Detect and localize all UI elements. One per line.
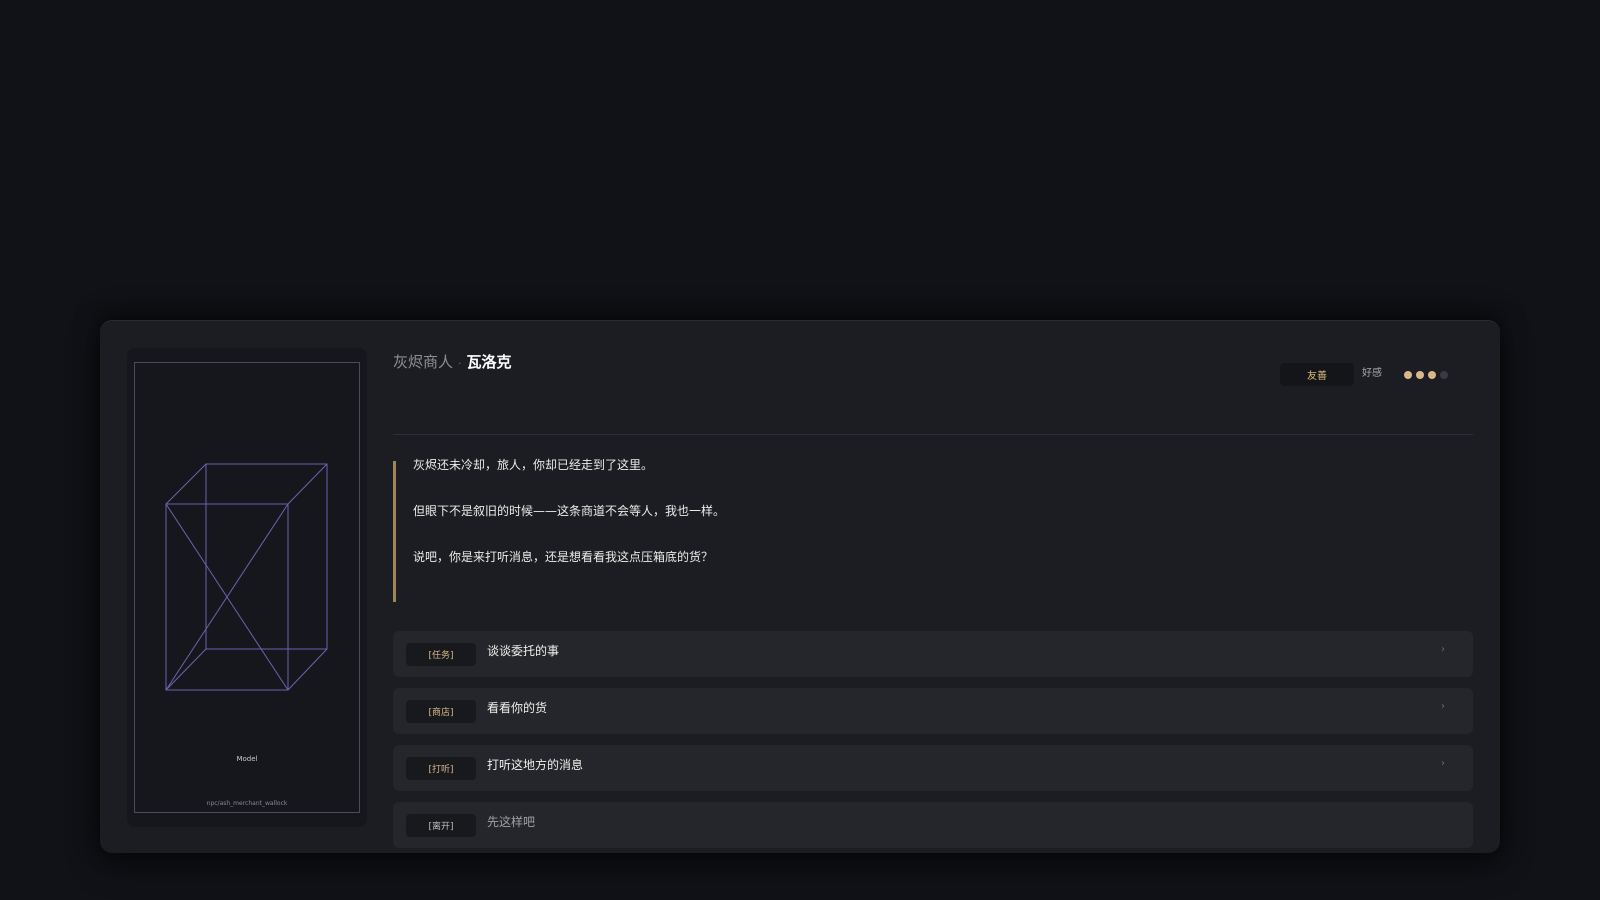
affinity-dot bbox=[1440, 371, 1448, 379]
option-quest[interactable]: [任务] 谈谈委托的事 › bbox=[393, 631, 1473, 677]
title-separator: · bbox=[458, 357, 462, 370]
dialog-options: [任务] 谈谈委托的事 › [商店] 看看你的货 › [打听] 打听这地方的消息… bbox=[393, 631, 1473, 859]
model-path: npc/ash_merchant_wallock bbox=[206, 800, 288, 807]
option-shop[interactable]: [商店] 看看你的货 › bbox=[393, 688, 1473, 734]
header-divider bbox=[393, 434, 1473, 435]
npc-name: 瓦洛克 bbox=[466, 353, 512, 371]
npc-header: 灰烬商人 · 瓦洛克 友善 好感 bbox=[393, 349, 1473, 409]
speech-line: 灰烬还未冷却，旅人，你却已经走到了这里。 bbox=[413, 458, 654, 472]
option-label: 看看你的货 bbox=[487, 701, 548, 715]
chevron-right-icon: › bbox=[1441, 644, 1445, 655]
speech-line: 但眼下不是叙旧的时候——这条商道不会等人，我也一样。 bbox=[413, 504, 726, 518]
chevron-right-icon: › bbox=[1441, 701, 1445, 712]
npc-model-frame: Model npc/ash_merchant_wallock bbox=[134, 362, 360, 813]
chevron-right-icon: › bbox=[1441, 758, 1445, 769]
npc-dialog-window: Model npc/ash_merchant_wallock 灰烬商人 · 瓦洛克 … bbox=[100, 320, 1500, 853]
option-tag: [商店] bbox=[406, 700, 476, 723]
dialog-content: 灰烬商人 · 瓦洛克 友善 好感 灰烬还未冷却，旅人，你却已经走到了这里。 但眼下不… bbox=[393, 349, 1473, 848]
model-label: Model bbox=[236, 755, 258, 763]
option-label: 先这样吧 bbox=[487, 815, 536, 829]
model-placeholder-wireframe-icon bbox=[165, 463, 328, 691]
npc-title: 灰烬商人 · 瓦洛克 bbox=[393, 351, 512, 372]
relation-badge: 友善 bbox=[1280, 363, 1354, 386]
option-tag: [打听] bbox=[406, 757, 476, 780]
npc-portrait-panel: Model npc/ash_merchant_wallock bbox=[127, 348, 367, 827]
option-leave[interactable]: [离开] 先这样吧 bbox=[393, 802, 1473, 848]
affinity-dot bbox=[1428, 371, 1436, 379]
npc-speech-block: 灰烬还未冷却，旅人，你却已经走到了这里。 但眼下不是叙旧的时候——这条商道不会等… bbox=[393, 458, 1473, 602]
option-label: 打听这地方的消息 bbox=[487, 758, 584, 772]
affinity-dot bbox=[1404, 371, 1412, 379]
affinity-meter bbox=[1404, 371, 1448, 379]
speech-line: 说吧，你是来打听消息，还是想看看我这点压箱底的货？ bbox=[413, 550, 714, 564]
option-label: 谈谈委托的事 bbox=[487, 644, 560, 658]
npc-faction: 灰烬商人 bbox=[393, 353, 454, 371]
option-tag: [任务] bbox=[406, 643, 476, 666]
option-tag: [离开] bbox=[406, 814, 476, 837]
option-inquire[interactable]: [打听] 打听这地方的消息 › bbox=[393, 745, 1473, 791]
affinity-label: 好感 bbox=[1362, 368, 1382, 379]
affinity-dot bbox=[1416, 371, 1424, 379]
